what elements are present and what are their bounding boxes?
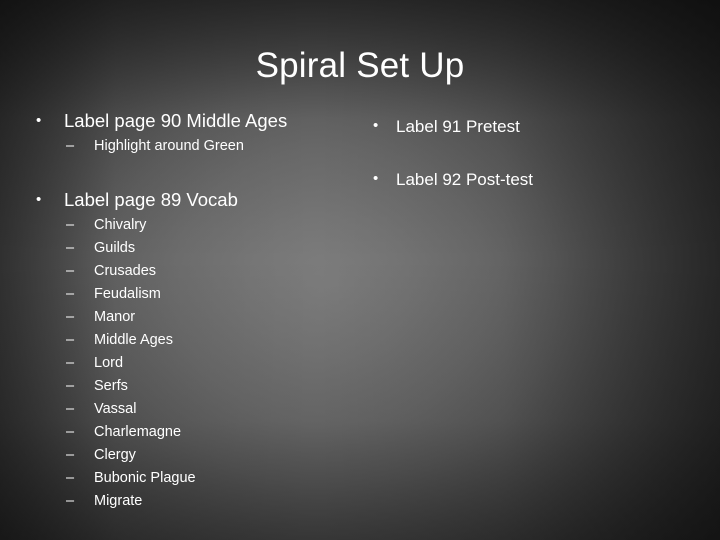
bullet-dash-icon: – (66, 355, 75, 371)
bullet-item-level1: • Label page 89 Vocab (28, 185, 348, 214)
bullet-item-level2: – Highlight around Green (28, 135, 348, 158)
slide: Spiral Set Up • Label page 90 Middle Age… (0, 0, 720, 540)
bullet-dash-icon: – (66, 493, 75, 509)
bullet-item-level1: • Label 91 Pretest (360, 112, 690, 139)
bullet-item-level2: – Guilds (28, 237, 348, 260)
bullet-text: Feudalism (94, 286, 161, 302)
bullet-text: Middle Ages (94, 332, 173, 348)
left-content-column: • Label page 90 Middle Ages – Highlight … (28, 106, 348, 513)
bullet-dot-icon: • (373, 170, 379, 187)
slide-title: Spiral Set Up (255, 46, 465, 85)
bullet-item-level2: – Vassal (28, 398, 348, 421)
bullet-dot-icon: • (36, 191, 42, 208)
bullet-text: Label page 89 Vocab (64, 189, 238, 210)
bullet-text: Crusades (94, 263, 157, 279)
bullet-text: Label 91 Pretest (396, 117, 520, 136)
bullet-item-level2: – Chivalry (28, 214, 348, 237)
bullet-item-level2: – Bubonic Plague (28, 467, 348, 490)
bullet-text: Migrate (94, 493, 143, 509)
bullet-dash-icon: – (66, 424, 75, 440)
bullet-dash-icon: – (66, 263, 75, 279)
bullet-item-level2: – Manor (28, 306, 348, 329)
bullet-text: Serfs (94, 378, 128, 394)
bullet-dash-icon: – (66, 286, 75, 302)
right-content-column: • Label 91 Pretest • Label 92 Post-test (360, 112, 690, 192)
bullet-item-level2: – Crusades (28, 260, 348, 283)
bullet-item-level1: • Label page 90 Middle Ages (28, 106, 348, 135)
bullet-text: Highlight around Green (94, 138, 244, 154)
bullet-dash-icon: – (66, 447, 75, 463)
bullet-text: Guilds (94, 240, 136, 256)
bullet-dash-icon: – (66, 309, 75, 325)
bullet-text: Lord (94, 355, 124, 371)
bullet-item-level2: – Lord (28, 352, 348, 375)
bullet-dot-icon: • (373, 117, 379, 134)
bullet-dash-icon: – (66, 138, 75, 154)
bullet-text: Manor (94, 309, 136, 325)
bullet-item-level2: – Charlemagne (28, 421, 348, 444)
bullet-item-level2: – Serfs (28, 375, 348, 398)
bullet-dot-icon: • (36, 112, 42, 129)
bullet-item-level2: – Clergy (28, 444, 348, 467)
slide-content: Spiral Set Up • Label page 90 Middle Age… (0, 0, 720, 540)
bullet-text: Charlemagne (94, 424, 182, 440)
bullet-item-level2: – Migrate (28, 490, 348, 513)
bullet-dash-icon: – (66, 332, 75, 348)
bullet-dash-icon: – (66, 240, 75, 256)
bullet-text: Bubonic Plague (94, 470, 196, 486)
bullet-dash-icon: – (66, 378, 75, 394)
bullet-text: Clergy (94, 447, 136, 463)
bullet-text: Chivalry (94, 217, 147, 233)
bullet-dash-icon: – (66, 470, 75, 486)
bullet-text: Label 92 Post-test (396, 170, 534, 189)
bullet-text: Vassal (94, 401, 137, 417)
bullet-dash-icon: – (66, 401, 75, 417)
bullet-item-level1: • Label 92 Post-test (360, 165, 690, 192)
bullet-dash-icon: – (66, 217, 75, 233)
bullet-item-level2: – Middle Ages (28, 329, 348, 352)
bullet-text: Label page 90 Middle Ages (64, 110, 288, 131)
bullet-item-level2: – Feudalism (28, 283, 348, 306)
